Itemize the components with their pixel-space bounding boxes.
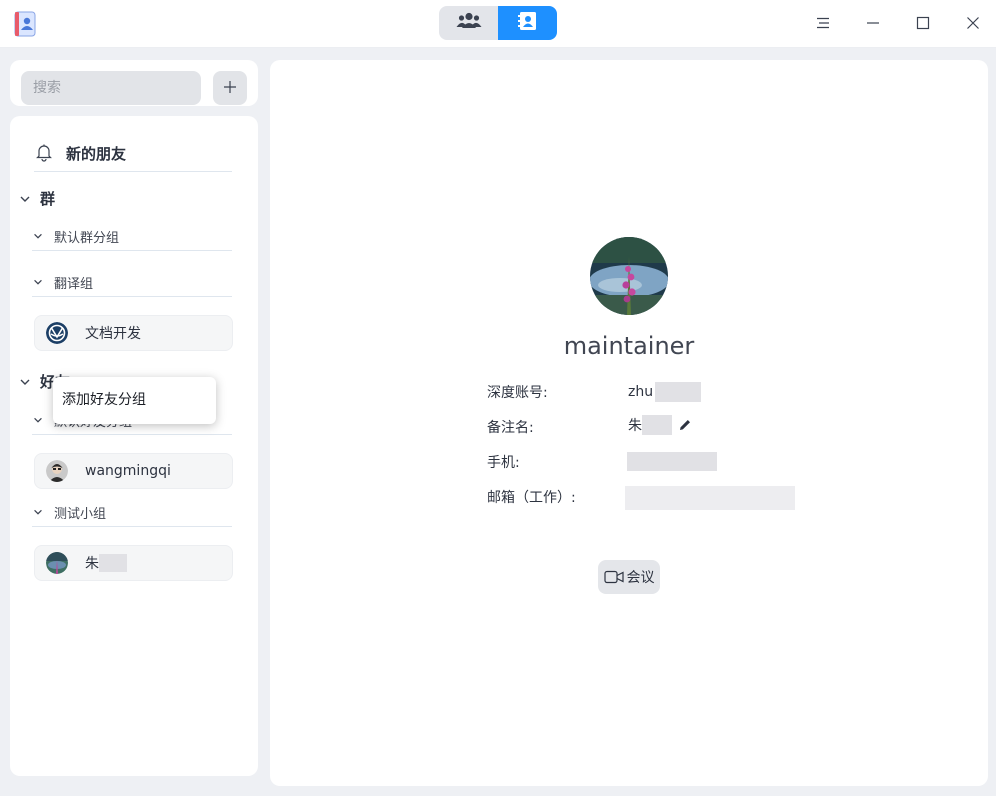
- chevron-down-icon: [18, 192, 32, 206]
- group-folder-default[interactable]: 默认群分组: [32, 223, 232, 251]
- chevron-down-icon: [18, 375, 32, 389]
- group-folder-translation[interactable]: 翻译组: [32, 269, 232, 297]
- field-value-email: [625, 486, 795, 510]
- deepin-logo-icon: [46, 322, 68, 344]
- friend-folder-label: 测试小组: [54, 507, 107, 522]
- menu-icon: [816, 15, 830, 34]
- friend-entry-name: wangmingqi: [85, 463, 171, 479]
- friend-entry-zhu[interactable]: 朱: [34, 545, 233, 581]
- contacts-app-icon: [10, 9, 40, 39]
- minimize-icon: [866, 15, 880, 34]
- chevron-down-icon: [32, 414, 46, 428]
- close-button[interactable]: [958, 9, 988, 39]
- meeting-label: 会议: [626, 570, 655, 586]
- group-people-icon: [456, 11, 482, 35]
- friend-entry-wangmingqi[interactable]: wangmingqi: [34, 453, 233, 489]
- groups-view-button[interactable]: [439, 6, 498, 40]
- chevron-down-icon: [32, 230, 46, 244]
- contact-detail-panel: maintainer 深度账号: zhu 备注名: 朱 手机: 邮箱（工作）: …: [270, 60, 988, 786]
- friend-entry-name: 朱: [85, 556, 99, 572]
- contacts-view-button[interactable]: [498, 6, 557, 40]
- plus-icon: [223, 79, 237, 98]
- context-menu: 添加好友分组: [53, 377, 216, 424]
- field-label-phone: 手机:: [487, 455, 520, 471]
- maximize-button[interactable]: [908, 9, 938, 39]
- redacted-text: [655, 382, 702, 402]
- meeting-button[interactable]: 会议: [598, 560, 660, 594]
- maximize-icon: [916, 15, 930, 34]
- title-bar: [0, 0, 996, 48]
- groups-section-header[interactable]: 群: [18, 188, 55, 209]
- contact-list: 新的朋友 群 默认群分组 翻译组 文档开发 wangmingqi 测试小组 朱: [10, 116, 258, 776]
- video-camera-icon: [603, 570, 624, 584]
- field-value-account: zhu: [628, 382, 702, 402]
- minimize-button[interactable]: [858, 9, 888, 39]
- redacted-text: [642, 415, 672, 435]
- field-label-email: 邮箱（工作）:: [487, 490, 576, 506]
- redacted-text: [627, 452, 717, 471]
- user-avatar: [46, 552, 68, 574]
- redacted-text: [99, 554, 127, 572]
- search-placeholder: 搜索: [33, 80, 61, 96]
- view-switcher: [439, 6, 557, 40]
- group-entry-name: 文档开发: [85, 326, 141, 342]
- group-entry-doc-dev[interactable]: 文档开发: [34, 315, 233, 351]
- account-value: zhu: [628, 384, 654, 400]
- profile-username: maintainer: [563, 332, 695, 360]
- bell-icon: [34, 142, 54, 166]
- redacted-text: [625, 486, 795, 510]
- chevron-down-icon: [32, 276, 46, 290]
- chevron-down-icon: [32, 506, 46, 520]
- group-folder-label: 默认群分组: [54, 231, 120, 246]
- new-friends-item[interactable]: 新的朋友: [34, 136, 232, 172]
- group-folder-label: 翻译组: [54, 277, 94, 292]
- new-friends-label: 新的朋友: [66, 145, 127, 163]
- field-value-remark: 朱: [628, 415, 692, 435]
- add-button[interactable]: [213, 71, 247, 105]
- field-value-phone: [627, 452, 717, 471]
- search-bar: 搜索: [10, 60, 258, 106]
- search-input[interactable]: 搜索: [21, 71, 201, 105]
- remark-value: 朱: [628, 418, 642, 434]
- profile-avatar: [590, 237, 668, 315]
- contact-card-icon: [517, 11, 538, 35]
- add-friend-group-menu-item[interactable]: 添加好友分组: [62, 392, 146, 408]
- field-label-remark: 备注名:: [487, 420, 534, 436]
- close-icon: [966, 15, 980, 34]
- groups-header-label: 群: [40, 190, 56, 208]
- friend-folder-test[interactable]: 测试小组: [32, 499, 232, 527]
- field-label-account: 深度账号:: [487, 385, 548, 401]
- user-avatar: [46, 460, 68, 482]
- main-menu-button[interactable]: [808, 9, 838, 39]
- pencil-icon[interactable]: [678, 418, 692, 432]
